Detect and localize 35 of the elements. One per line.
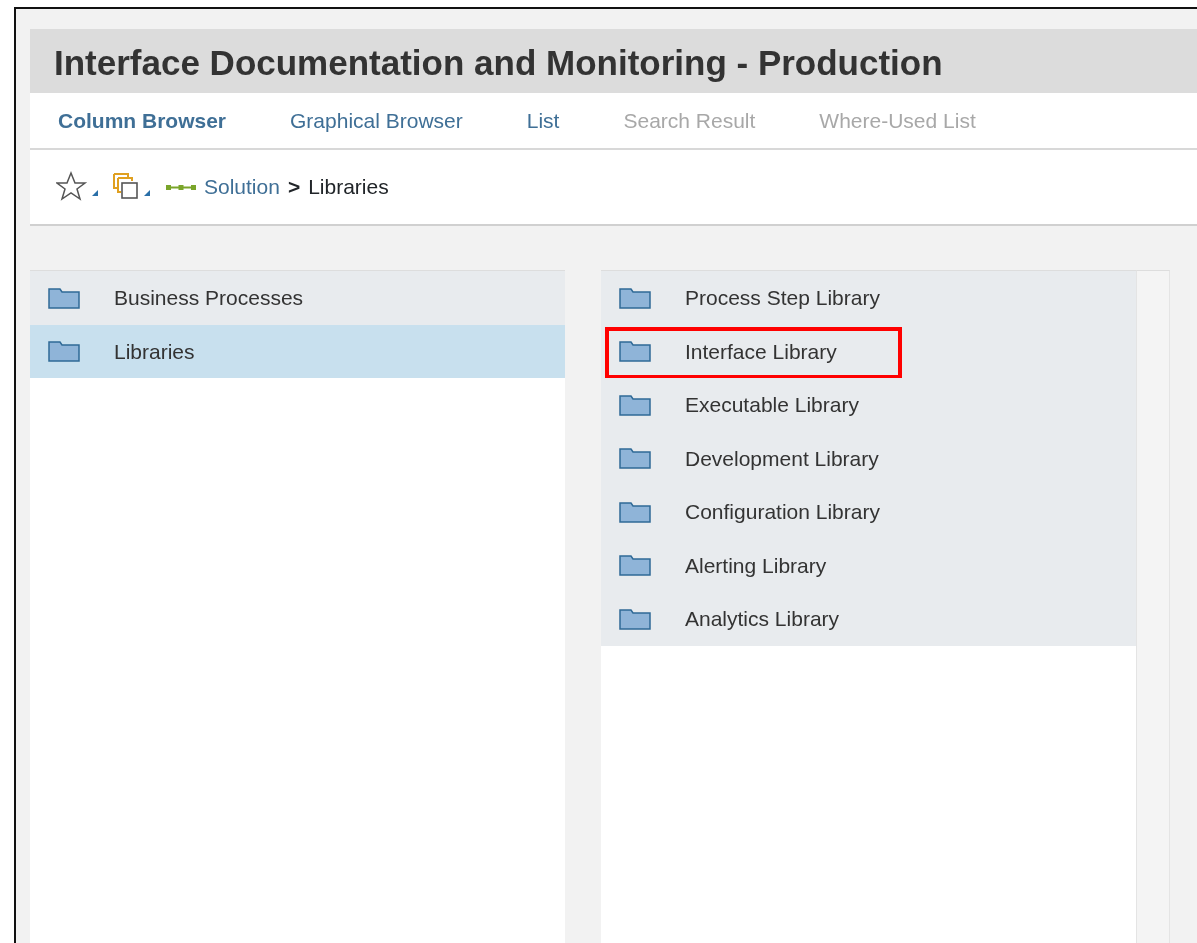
- tab[interactable]: Column Browser: [58, 104, 227, 137]
- breadcrumb-current: Libraries: [308, 174, 389, 201]
- folder-icon: [619, 554, 651, 577]
- folder-item[interactable]: Interface Library: [601, 324, 1136, 378]
- folder-label: Configuration Library: [685, 499, 880, 525]
- folder-icon: [619, 286, 651, 309]
- folder-item[interactable]: Process Step Library: [601, 271, 1136, 325]
- folder-label: Libraries: [114, 338, 195, 365]
- folder-icon: [48, 340, 80, 363]
- folder-icon: [619, 500, 651, 523]
- tab[interactable]: List: [526, 104, 560, 137]
- folder-label: Alerting Library: [685, 552, 827, 579]
- folder-icon: [619, 393, 651, 416]
- folder-icon: [619, 607, 651, 630]
- folder-icon: [619, 447, 651, 470]
- hierarchy-icon: [166, 184, 196, 190]
- folder-label: Executable Library: [685, 392, 859, 418]
- breadcrumb-separator: >: [287, 174, 301, 201]
- breadcrumb-link[interactable]: Solution: [204, 171, 280, 203]
- folder-label: Process Step Library: [685, 285, 880, 311]
- folder-icon: [619, 340, 651, 363]
- folder-label: Business Processes: [114, 285, 304, 311]
- folder-item[interactable]: Executable Library: [601, 378, 1136, 432]
- folder-item[interactable]: Business Processes: [30, 271, 565, 325]
- folder-item[interactable]: Development Library: [601, 431, 1136, 485]
- folder-label: Analytics Library: [685, 606, 840, 632]
- folder-item[interactable]: Configuration Library: [601, 485, 1136, 539]
- folder-item[interactable]: Analytics Library: [601, 592, 1136, 646]
- tab[interactable]: Graphical Browser: [290, 104, 463, 137]
- folder-item[interactable]: Alerting Library: [601, 538, 1136, 592]
- folder-label: Development Library: [685, 445, 879, 472]
- folder-icon: [48, 286, 80, 309]
- window-title: Interface Documentation and Monitoring - Production: [30, 29, 1197, 93]
- folder-item[interactable]: Libraries: [30, 324, 565, 378]
- folder-label: Interface Library: [685, 338, 837, 365]
